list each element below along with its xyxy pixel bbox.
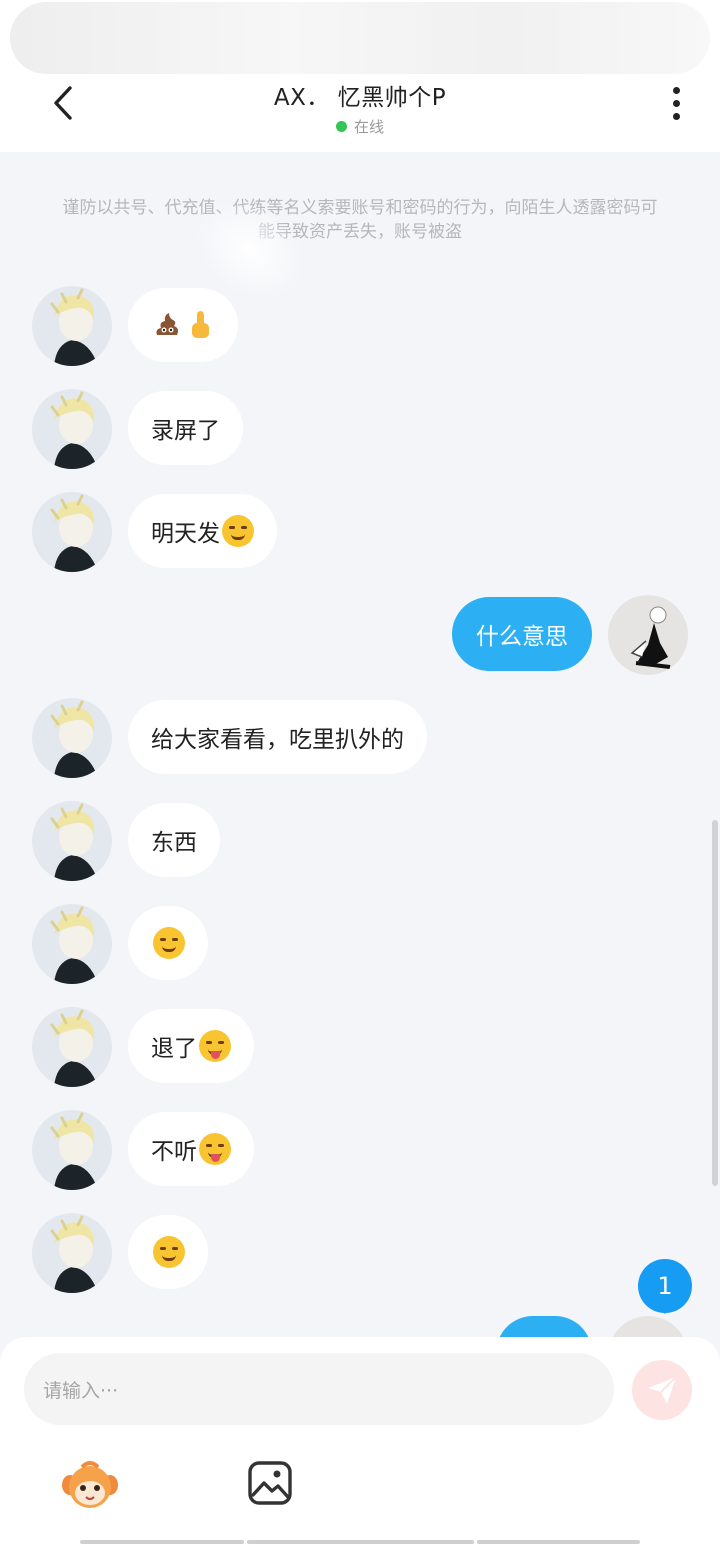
online-status: 在线 [160,116,560,137]
contact-avatar-image [50,1112,98,1190]
message-row: 退了 [0,1007,720,1087]
more-dot-icon [672,86,680,94]
chat-title: AX． 忆黑帅个P [273,85,447,111]
contact-avatar-image [50,803,98,881]
more-dot-icon [672,99,680,107]
message-text: 东西 [151,830,197,856]
message-bubble[interactable]: 不听 [128,1112,254,1186]
message-bubble[interactable] [128,288,238,362]
send-button[interactable] [632,1360,692,1420]
message-bubble[interactable]: 明天发 [128,494,277,568]
message-bubble[interactable]: 退了 [128,1009,254,1083]
message-row: 什么意思 [0,595,720,675]
more-options-button[interactable] [654,80,698,126]
online-dot-icon [335,121,347,132]
message-row: 明天发 [0,492,720,572]
bottom-divider [477,1540,640,1544]
image-icon [248,1461,292,1505]
online-status-label: 在线 [353,118,384,136]
security-notice: 谨防以共号、代充值、代练等名义索要账号和密码的行为，向陌生人透露密码可能导致资产… [62,198,658,242]
message-bubble[interactable]: 录屏了 [128,391,243,465]
input-panel: 请输入··· [0,1337,720,1544]
message-row: 东西 [0,801,720,881]
message-row [0,1213,720,1293]
contact-avatar[interactable] [32,904,112,984]
contact-avatar[interactable] [32,1007,112,1087]
contact-avatar[interactable] [32,389,112,469]
message-bubble[interactable] [128,1215,208,1289]
message-bubble-self[interactable]: 什么意思 [452,597,592,671]
contact-avatar-image [50,1215,98,1293]
message-bubble[interactable]: 东西 [128,803,220,877]
message-input-placeholder: 请输入··· [43,1379,119,1402]
contact-avatar-image [50,288,98,366]
bottom-divider [247,1540,474,1544]
message-bubble[interactable] [128,906,208,980]
back-button[interactable] [40,80,86,126]
message-text: 录屏了 [151,418,220,444]
contact-avatar[interactable] [32,1213,112,1293]
message-text: 什么意思 [476,624,568,650]
contact-avatar-image [50,700,98,778]
image-button[interactable] [244,1457,296,1509]
contact-avatar[interactable] [32,1110,112,1190]
chevron-left-icon [54,86,72,120]
contact-avatar[interactable] [32,801,112,881]
poop-emoji-icon [151,309,183,341]
contact-avatar-image [50,906,98,984]
zany-face-emoji-icon [199,1030,231,1062]
contact-avatar[interactable] [32,492,112,572]
message-row: 不听 [0,1110,720,1190]
message-row [0,286,720,366]
message-text: 退了 [151,1036,197,1062]
message-bubble[interactable]: 给大家看看，吃里扒外的 [128,700,427,774]
message-text: 不听 [151,1139,197,1165]
contact-avatar[interactable] [32,698,112,778]
message-row [0,904,720,984]
top-bar: AX． 忆黑帅个P 在线 [0,0,720,152]
more-dot-icon [672,112,680,120]
sticker-button[interactable] [60,1455,120,1515]
scrollbar[interactable] [712,820,718,1186]
contact-avatar-image [50,391,98,469]
smirk-emoji-icon [222,515,254,547]
message-text: 明天发 [151,521,220,547]
smirk-emoji-icon [153,927,185,959]
paper-plane-icon [648,1376,677,1404]
middle-finger-emoji-icon [185,309,215,341]
mascot-sticker-icon [62,1461,118,1508]
status-bar-blur [10,2,710,74]
message-text: 给大家看看，吃里扒外的 [151,727,404,753]
chat-header: AX． 忆黑帅个P 在线 [160,78,560,137]
contact-avatar-image [50,494,98,572]
smirk-emoji-icon [153,1236,185,1268]
self-avatar[interactable] [608,595,688,675]
bottom-divider [80,1540,244,1544]
contact-avatar[interactable] [32,286,112,366]
self-avatar-image [630,606,671,669]
contact-avatar-image [50,1009,98,1087]
message-row: 录屏了 [0,389,720,469]
message-input[interactable]: 请输入··· [24,1353,614,1425]
zany-face-emoji-icon [199,1133,231,1165]
message-row: 给大家看看，吃里扒外的 [0,698,720,778]
unread-badge-pointer [654,1300,676,1314]
